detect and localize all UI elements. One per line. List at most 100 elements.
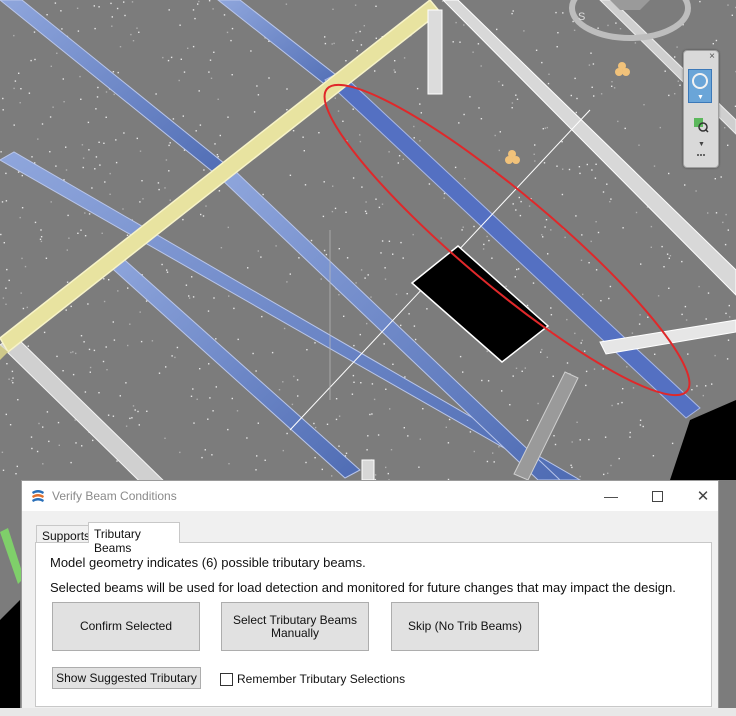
floor-speckle <box>126 234 129 236</box>
floor-speckle <box>331 475 333 477</box>
floor-speckle <box>727 229 729 231</box>
tab-supports[interactable]: Supports <box>36 525 90 543</box>
floor-speckle <box>355 31 357 34</box>
floor-speckle <box>369 413 371 416</box>
floor-speckle <box>588 438 590 441</box>
floor-speckle <box>129 323 131 325</box>
floor-speckle <box>237 338 239 341</box>
floor-speckle <box>615 22 617 24</box>
skip-button[interactable]: Skip (No Trib Beams) <box>391 602 539 651</box>
floor-speckle <box>212 8 214 10</box>
floor-speckle <box>727 144 729 146</box>
floor-speckle <box>80 229 82 231</box>
zoom-region-icon[interactable] <box>693 117 709 133</box>
floor-speckle <box>113 339 116 341</box>
floor-speckle <box>552 375 554 377</box>
floor-speckle <box>699 0 701 3</box>
floor-speckle <box>338 445 340 447</box>
floor-speckle <box>260 256 262 258</box>
floor-speckle <box>130 33 132 36</box>
floor-speckle <box>512 203 514 205</box>
floor-speckle <box>94 27 96 30</box>
floor-speckle <box>345 60 347 62</box>
floor-speckle <box>609 201 611 203</box>
floor-speckle <box>77 232 79 234</box>
floor-speckle <box>414 338 417 341</box>
remember-selections-checkbox[interactable] <box>220 673 233 686</box>
floor-speckle <box>639 424 642 426</box>
floor-speckle <box>6 268 8 271</box>
column-stub[interactable] <box>361 459 375 481</box>
floor-speckle <box>132 40 135 42</box>
minimize-button[interactable]: — <box>588 481 634 511</box>
floor-speckle <box>95 108 97 110</box>
floor-speckle <box>595 269 598 271</box>
floor-speckle <box>34 58 36 61</box>
floor-speckle <box>543 162 546 164</box>
floor-speckle <box>75 442 77 444</box>
floor-speckle <box>125 382 127 384</box>
floor-speckle <box>70 351 72 354</box>
floor-speckle <box>70 461 72 464</box>
floor-speckle <box>618 457 620 460</box>
tab-tributary-beams[interactable]: Tributary Beams <box>88 522 180 555</box>
floor-speckle <box>650 225 653 228</box>
floor-speckle <box>669 255 672 257</box>
maximize-button[interactable] <box>634 481 680 511</box>
floor-speckle <box>123 1 125 3</box>
chevron-down-icon[interactable]: ▼ <box>697 94 704 101</box>
floor-speckle <box>542 128 544 130</box>
floor-speckle <box>532 282 535 284</box>
floor-speckle <box>604 436 607 438</box>
floor-speckle <box>617 120 619 123</box>
column-top[interactable] <box>427 9 443 95</box>
confirm-selected-button[interactable]: Confirm Selected <box>52 602 200 651</box>
floor-speckle <box>593 95 595 97</box>
floor-speckle <box>546 356 548 358</box>
close-icon[interactable]: × <box>709 52 715 62</box>
floor-speckle <box>634 42 637 44</box>
floor-speckle <box>541 61 543 64</box>
floor-speckle <box>70 305 72 308</box>
dialog-titlebar[interactable]: Verify Beam Conditions — ✕ <box>22 481 718 511</box>
chevron-down-icon[interactable]: ▼ <box>698 141 705 148</box>
floor-speckle <box>715 212 718 214</box>
floor-speckle <box>282 449 284 452</box>
floor-speckle <box>79 75 81 78</box>
floor-speckle <box>440 237 442 239</box>
floor-speckle <box>516 98 519 100</box>
floor-speckle <box>193 422 195 424</box>
floor-speckle <box>343 315 345 317</box>
floor-speckle <box>364 277 366 279</box>
select-manually-button[interactable]: Select Tributary Beams Manually <box>221 602 369 651</box>
close-button[interactable]: ✕ <box>680 481 726 511</box>
floor-speckle <box>388 151 390 153</box>
floor-speckle <box>18 72 20 74</box>
floor-speckle <box>511 102 514 104</box>
floor-speckle <box>196 398 198 400</box>
floor-speckle <box>685 319 688 321</box>
floor-speckle <box>566 362 569 364</box>
floor-speckle <box>211 454 213 456</box>
floor-speckle <box>652 455 655 457</box>
floor-speckle <box>88 348 91 351</box>
floor-speckle <box>384 267 386 269</box>
floor-speckle <box>220 247 223 249</box>
floor-speckle <box>398 155 401 157</box>
floor-speckle <box>197 3 199 5</box>
floor-speckle <box>352 39 354 42</box>
floor-speckle <box>250 50 252 52</box>
floor-speckle <box>635 211 638 214</box>
show-suggested-button[interactable]: Show Suggested Tributary <box>52 667 201 689</box>
floor-speckle <box>106 369 108 371</box>
floor-speckle <box>231 27 234 30</box>
navigation-wheel-icon[interactable]: ▼ <box>688 69 712 103</box>
floor-speckle <box>509 404 511 406</box>
floor-speckle <box>480 65 482 67</box>
floor-speckle <box>158 372 161 374</box>
floor-speckle <box>356 50 358 52</box>
floor-speckle <box>87 121 90 124</box>
grip-icon[interactable] <box>697 154 705 160</box>
floor-speckle <box>91 187 93 189</box>
floor-speckle <box>182 115 184 117</box>
